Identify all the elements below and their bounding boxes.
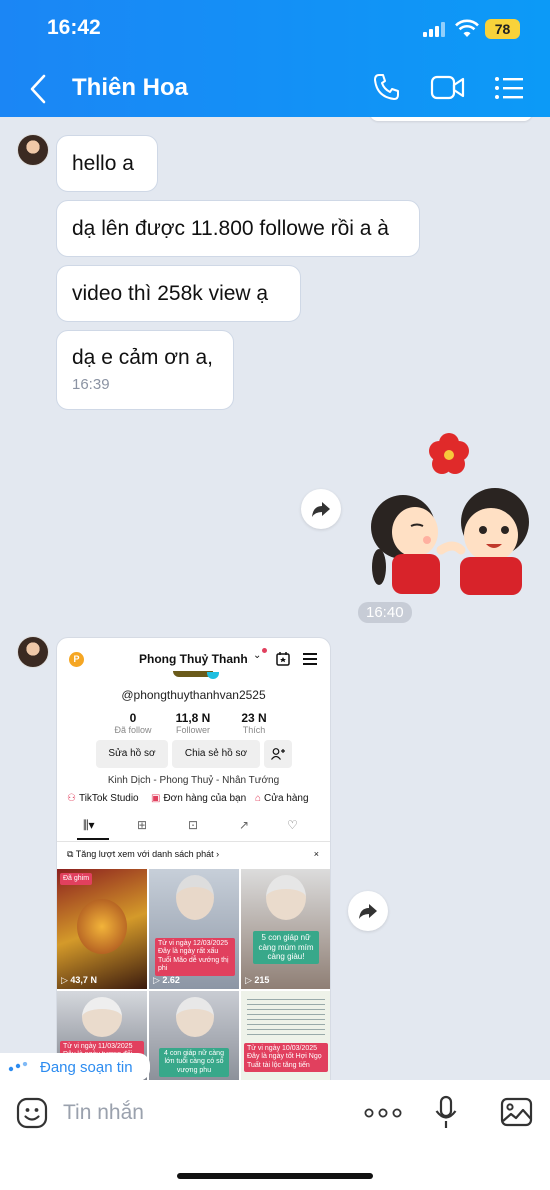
shop-tab-icon: ⊞ — [137, 818, 148, 832]
video-thumbnail: Đã ghim ▷ 43,7 N — [57, 869, 147, 989]
message-bubble[interactable]: dạ lên được 11.800 followe rồi a à — [56, 200, 420, 257]
message-time: 16:39 — [72, 376, 110, 393]
message-input[interactable]: Tin nhắn — [63, 1101, 144, 1125]
chat-messages-area[interactable]: hello a dạ lên được 11.800 followe rồi a… — [0, 117, 550, 1080]
microphone-icon[interactable] — [434, 1095, 458, 1131]
tiktok-profile-screenshot[interactable]: P Phong Thuỷ Thanh… ⌄ @phongthuythanhvan… — [56, 637, 331, 1080]
message-bubble[interactable]: video thì 258k view ạ — [56, 265, 301, 322]
video-caption: 5 con giáp nữ càng múm mím càng giàu! — [253, 931, 319, 964]
forward-button[interactable] — [301, 489, 341, 529]
status-time: 16:42 — [47, 16, 101, 39]
video-caption: Tử vi ngày 10/03/2025 Đây là ngày tốt Hợ… — [244, 1043, 328, 1073]
playlist-icon: ⧉ — [67, 849, 76, 859]
previous-message-bubble — [370, 117, 532, 121]
home-indicator — [177, 1173, 373, 1179]
sticker-time: 16:40 — [358, 602, 412, 623]
stat-followers: 11,8 N Follower — [175, 711, 211, 735]
video-thumbnail: Tử vi ngày 12/03/2025 Đây là ngày rất xấ… — [149, 869, 239, 989]
phone-call-icon[interactable] — [372, 72, 402, 102]
rooster-image — [77, 899, 127, 954]
repost-tab-icon: ↗ — [239, 818, 250, 832]
tiktok-studio-link: ⚇ TikTok Studio — [67, 793, 139, 804]
elderly-woman-image — [176, 997, 214, 1037]
kids-hug-sticker[interactable] — [365, 432, 535, 597]
verified-badge-icon — [207, 672, 219, 679]
forward-button[interactable] — [348, 891, 388, 931]
playlist-prompt: ⧉ Tăng lượt xem với danh sách phát › × — [67, 849, 319, 859]
contact-avatar[interactable] — [17, 636, 49, 668]
video-views: ▷ 215 — [245, 975, 270, 985]
share-arrow-icon — [312, 502, 330, 517]
chevron-down-icon: ⌄ — [253, 650, 262, 661]
elderly-woman-image — [82, 997, 122, 1037]
elderly-woman-image — [176, 875, 214, 920]
message-bubble[interactable]: hello a — [56, 135, 158, 192]
tiktok-handle: @phongthuythanhvan2525 — [121, 688, 266, 702]
contact-avatar[interactable] — [17, 134, 49, 166]
video-views: ▷ 2.62 — [153, 975, 180, 985]
typing-indicator: Đang soạn tin — [0, 1053, 150, 1081]
video-caption: Tử vi ngày 12/03/2025 Đây là ngày rất xấ… — [155, 938, 235, 976]
message-text: video thì 258k view ạ — [72, 282, 269, 305]
video-thumbnail: 4 con giáp nữ càng lớn tuổi càng có số v… — [149, 991, 239, 1080]
divider — [57, 841, 330, 842]
image-gallery-icon[interactable] — [500, 1097, 533, 1127]
video-views: ▷ 43,7 N — [61, 975, 97, 985]
notification-dot — [262, 648, 267, 653]
shop-link: ⌂ Cửa hàng — [255, 793, 309, 804]
lock-tab-icon: ⊡ — [188, 818, 199, 832]
calendar-star-icon — [276, 652, 290, 666]
more-options-icon[interactable] — [364, 1108, 402, 1118]
message-text: dạ e cảm ơn a, — [72, 346, 214, 369]
message-bubble[interactable]: dạ e cảm ơn a, 16:39 — [56, 330, 234, 410]
active-tab-underline — [77, 838, 109, 840]
contact-name[interactable]: Thiên Hoa — [72, 74, 188, 102]
message-input-bar: Tin nhắn — [0, 1080, 550, 1190]
text-document-image — [247, 999, 325, 1039]
points-icon: P — [69, 652, 84, 667]
stat-following: 0 Đã follow — [114, 711, 152, 735]
back-arrow-icon[interactable] — [26, 72, 54, 106]
tiktok-profile-name: Phong Thuỷ Thanh… — [139, 652, 249, 666]
tiktok-bio: Kinh Dịch - Phong Thuỷ - Nhân Tướng — [107, 775, 280, 786]
cellular-signal-icon — [423, 22, 447, 37]
close-icon: × — [313, 849, 319, 859]
stat-likes: 23 N Thích — [241, 711, 267, 735]
shop-icon: ⌂ — [255, 793, 262, 804]
edit-profile-button: Sửa hồ sơ — [96, 740, 168, 768]
studio-icon: ⚇ — [67, 793, 76, 804]
tiktok-tab-bar: ⫼▾ ⊞ ⊡ ↗ ♡ — [57, 814, 330, 840]
video-call-icon[interactable] — [430, 74, 466, 102]
grid-tab-icon: ⫼▾ — [83, 818, 95, 832]
hamburger-icon — [303, 653, 317, 665]
message-text: dạ lên được 11.800 followe rồi a à — [72, 217, 389, 240]
typing-dots-icon — [8, 1062, 28, 1072]
video-thumbnail: Tử vi ngày 10/03/2025 Đây là ngày tốt Hợ… — [241, 991, 330, 1080]
emoji-sticker-icon[interactable] — [16, 1097, 48, 1129]
liked-tab-icon: ♡ — [287, 818, 298, 832]
message-text: hello a — [72, 152, 134, 175]
elderly-woman-image — [266, 875, 306, 920]
menu-list-icon[interactable] — [494, 76, 524, 100]
add-friend-icon — [264, 740, 292, 768]
video-thumbnail: 5 con giáp nữ càng múm mím càng giàu! ▷ … — [241, 869, 330, 989]
pinned-badge: Đã ghim — [60, 873, 93, 886]
chat-header: 16:42 78 Thiên Hoa — [0, 0, 550, 117]
video-caption: 4 con giáp nữ càng lớn tuổi càng có số v… — [159, 1048, 229, 1078]
wifi-icon — [455, 19, 479, 37]
orders-link: ▣ Đơn hàng của bạn — [151, 793, 247, 804]
share-arrow-icon — [359, 904, 377, 919]
share-profile-button: Chia sẻ hồ sơ — [172, 740, 260, 768]
battery-indicator: 78 — [485, 19, 520, 39]
bag-icon: ▣ — [151, 793, 161, 804]
